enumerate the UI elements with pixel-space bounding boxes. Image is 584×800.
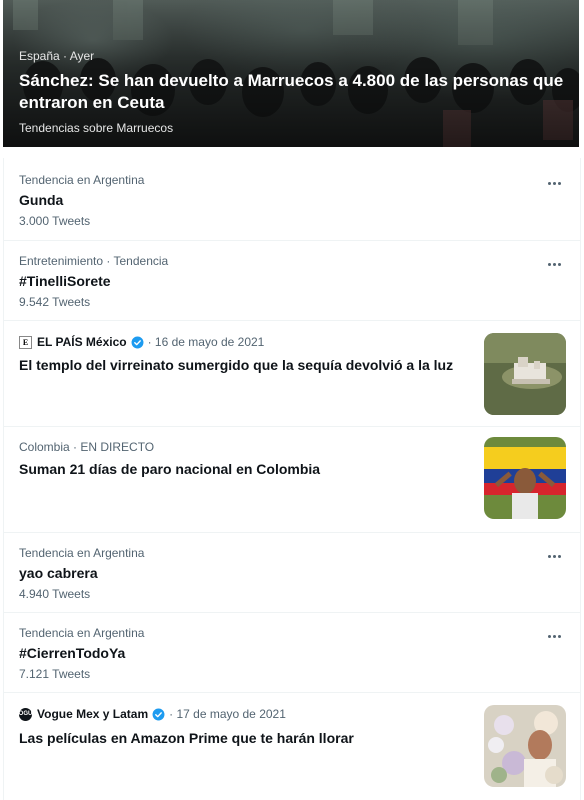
featured-news-hero[interactable]: España · Ayer Sánchez: Se han devuelto a… — [3, 0, 579, 147]
trend-name: #CierrenTodoYa — [19, 645, 126, 661]
trend-name: #TinelliSorete — [19, 273, 111, 289]
news-thumbnail — [484, 333, 566, 415]
news-date: · 17 de mayo de 2021 — [169, 707, 286, 721]
verified-badge-icon — [152, 708, 165, 720]
trend-list: Tendencia en Argentina Gunda 3.000 Tweet… — [3, 158, 581, 800]
more-options-icon[interactable] — [542, 548, 566, 564]
news-source: VOGUE Vogue Mex y Latam · 17 de mayo de … — [15, 707, 286, 721]
news-outlet: Vogue Mex y Latam — [37, 707, 149, 721]
trend-count: 7.121 Tweets — [19, 667, 91, 681]
hero-subtitle: Tendencias sobre Marruecos — [19, 121, 174, 135]
news-headline: Las películas en Amazon Prime que te har… — [19, 730, 354, 746]
trend-count: 4.940 Tweets — [19, 587, 91, 601]
trend-name: yao cabrera — [19, 565, 98, 581]
trend-category: Entretenimiento · Tendencia — [19, 254, 169, 268]
hero-title[interactable]: Sánchez: Se han devuelto a Marruecos a 4… — [19, 70, 569, 114]
trend-item[interactable]: Tendencia en Argentina yao cabrera 4.940… — [4, 532, 580, 612]
news-headline: Suman 21 días de paro nacional en Colomb… — [19, 461, 321, 477]
news-date: · 16 de mayo de 2021 — [147, 335, 265, 349]
hero-meta: España · Ayer — [19, 49, 95, 63]
trend-count: 9.542 Tweets — [19, 295, 91, 309]
trend-name: Gunda — [19, 192, 64, 208]
trend-item[interactable]: Tendencia en Argentina Gunda 3.000 Tweet… — [4, 158, 580, 240]
trend-category: Tendencia en Argentina — [19, 173, 145, 187]
more-options-icon[interactable] — [542, 175, 566, 191]
news-thumbnail — [484, 437, 566, 519]
vogue-logo-icon: VOGUE — [15, 707, 36, 721]
more-options-icon[interactable] — [542, 256, 566, 272]
trend-item[interactable]: Entretenimiento · Tendencia #TinelliSore… — [4, 240, 580, 320]
news-item[interactable]: VOGUE Vogue Mex y Latam · 17 de mayo de … — [4, 692, 580, 800]
more-options-icon[interactable] — [542, 628, 566, 644]
explore-trends-panel: España · Ayer Sánchez: Se han devuelto a… — [0, 0, 584, 800]
trend-category: Tendencia en Argentina — [19, 626, 145, 640]
news-thumbnail — [484, 705, 566, 787]
news-source: E EL PAÍS México · 16 de mayo de 2021 — [19, 335, 264, 349]
news-headline: El templo del virreinato sumergido que l… — [19, 357, 454, 373]
news-item[interactable]: E EL PAÍS México · 16 de mayo de 2021 El… — [4, 320, 580, 426]
trend-item[interactable]: Tendencia en Argentina #CierrenTodoYa 7.… — [4, 612, 580, 692]
news-meta: Colombia · EN DIRECTO — [19, 440, 155, 454]
verified-badge-icon — [131, 336, 144, 348]
el-pais-logo-icon: E — [19, 335, 32, 349]
news-item[interactable]: Colombia · EN DIRECTO Suman 21 días de p… — [4, 426, 580, 532]
news-outlet: EL PAÍS México — [37, 335, 127, 349]
trend-category: Tendencia en Argentina — [19, 546, 145, 560]
trend-count: 3.000 Tweets — [19, 214, 91, 228]
